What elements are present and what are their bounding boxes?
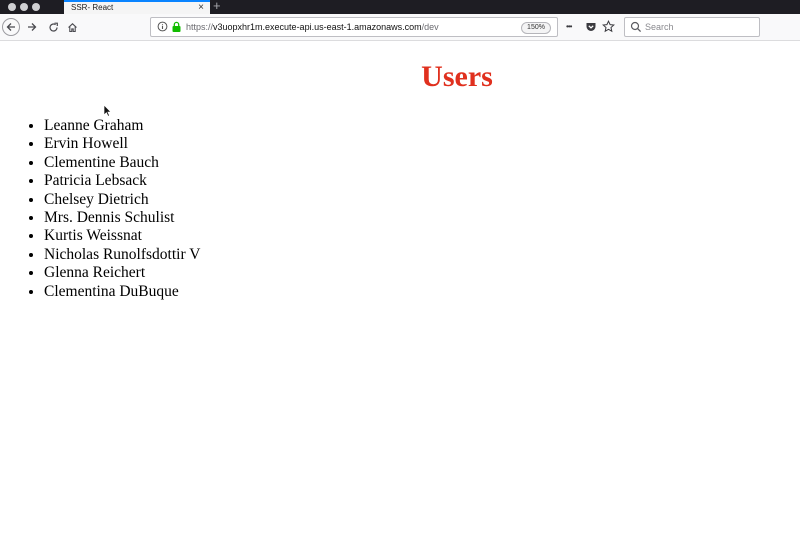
tab-strip: SSR- React × + [0, 0, 800, 14]
close-window-icon[interactable] [8, 3, 16, 11]
list-item: Clementine Bauch [44, 154, 200, 172]
back-arrow-icon [6, 23, 15, 31]
info-icon[interactable] [157, 21, 168, 32]
home-icon [67, 22, 77, 32]
lock-icon[interactable] [171, 21, 182, 33]
tab-title: SSR- React [71, 3, 114, 12]
new-tab-button[interactable]: + [213, 0, 221, 13]
list-item: Chelsey Dietrich [44, 191, 200, 209]
page-actions-menu-button[interactable]: ••• [566, 19, 572, 35]
tab-close-icon[interactable]: × [198, 2, 204, 14]
search-input[interactable]: Search [645, 18, 674, 36]
forward-arrow-icon [28, 23, 37, 31]
home-button[interactable] [63, 18, 81, 36]
users-list: Leanne Graham Ervin Howell Clementine Ba… [0, 117, 200, 301]
url-scheme: https:// [186, 22, 214, 32]
list-item: Mrs. Dennis Schulist [44, 209, 200, 227]
mouse-pointer-icon [103, 104, 112, 117]
back-button[interactable] [2, 18, 20, 36]
list-item: Leanne Graham [44, 117, 200, 135]
nav-toolbar: https://v3uopxhr1m.execute-api.us-east-1… [0, 14, 800, 41]
list-item: Ervin Howell [44, 135, 200, 153]
minimize-window-icon[interactable] [20, 3, 28, 11]
zoom-indicator[interactable]: 150% [521, 22, 551, 34]
reload-button[interactable] [44, 18, 62, 36]
pocket-icon[interactable] [585, 21, 597, 33]
list-item: Patricia Lebsack [44, 172, 200, 190]
reload-icon [48, 22, 58, 32]
search-bar[interactable]: Search [624, 17, 760, 37]
url-host: v3uopxhr1m.execute-api.us-east-1.amazona… [213, 22, 422, 32]
list-item: Nicholas Runolfsdottir V [44, 246, 200, 264]
search-icon [630, 21, 642, 33]
tab-active[interactable]: SSR- React × [64, 0, 210, 14]
page-title: Users [421, 60, 493, 93]
list-item: Kurtis Weissnat [44, 227, 200, 245]
bookmark-star-icon[interactable] [602, 20, 615, 33]
forward-button[interactable] [23, 18, 41, 36]
address-bar[interactable]: https://v3uopxhr1m.execute-api.us-east-1… [150, 17, 558, 37]
list-item: Glenna Reichert [44, 264, 200, 282]
maximize-window-icon[interactable] [32, 3, 40, 11]
url-text[interactable]: https://v3uopxhr1m.execute-api.us-east-1… [186, 18, 439, 36]
list-item: Clementina DuBuque [44, 283, 200, 301]
url-path: /dev [421, 22, 439, 32]
